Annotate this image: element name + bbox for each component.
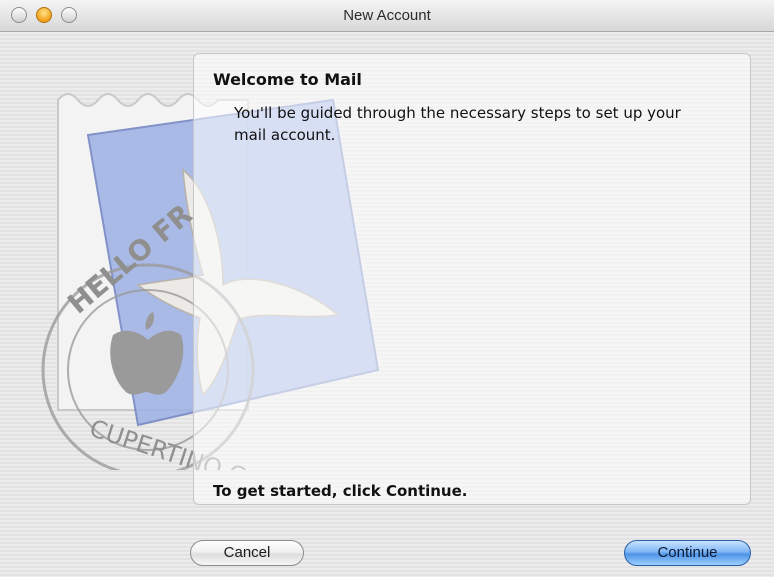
window-title: New Account <box>343 7 431 24</box>
continue-button[interactable]: Continue <box>624 540 751 566</box>
panel-footer-text: To get started, click Continue. <box>213 482 468 500</box>
new-account-window: New Account HELLO FR CUPERTINO CA Welcom… <box>0 0 774 577</box>
welcome-panel: Welcome to Mail You'll be guided through… <box>193 53 751 505</box>
cancel-button[interactable]: Cancel <box>190 540 304 566</box>
panel-body-text: You'll be guided through the necessary s… <box>234 104 681 144</box>
title-bar[interactable]: New Account <box>0 0 774 32</box>
panel-heading: Welcome to Mail <box>213 70 362 89</box>
